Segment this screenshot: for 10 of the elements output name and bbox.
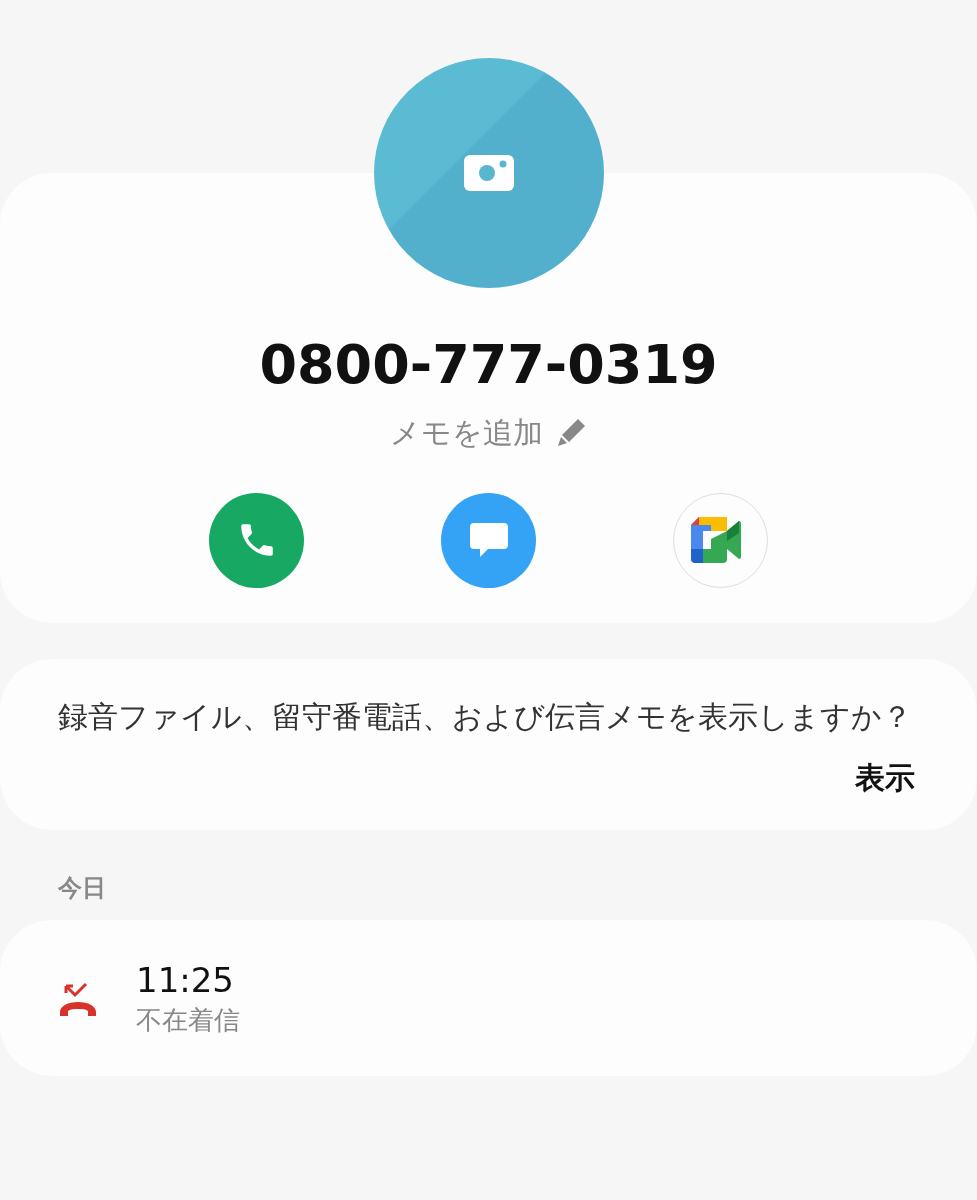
section-header: 今日 <box>57 872 107 904</box>
call-time: 11:25 <box>136 959 235 1001</box>
camera-icon <box>463 155 514 191</box>
missed-call-icon <box>58 981 98 1018</box>
prompt-text: 録音ファイル、留守番電話、および伝言メモを表示しますか？ <box>58 697 913 736</box>
show-button[interactable]: 表示 <box>843 754 927 800</box>
pencil-icon <box>557 417 587 448</box>
call-log-item[interactable]: 11:25 不在着信 <box>0 919 977 1076</box>
call-type: 不在着信 <box>136 1003 240 1037</box>
phone-number: 0800-777-0319 <box>258 333 719 398</box>
